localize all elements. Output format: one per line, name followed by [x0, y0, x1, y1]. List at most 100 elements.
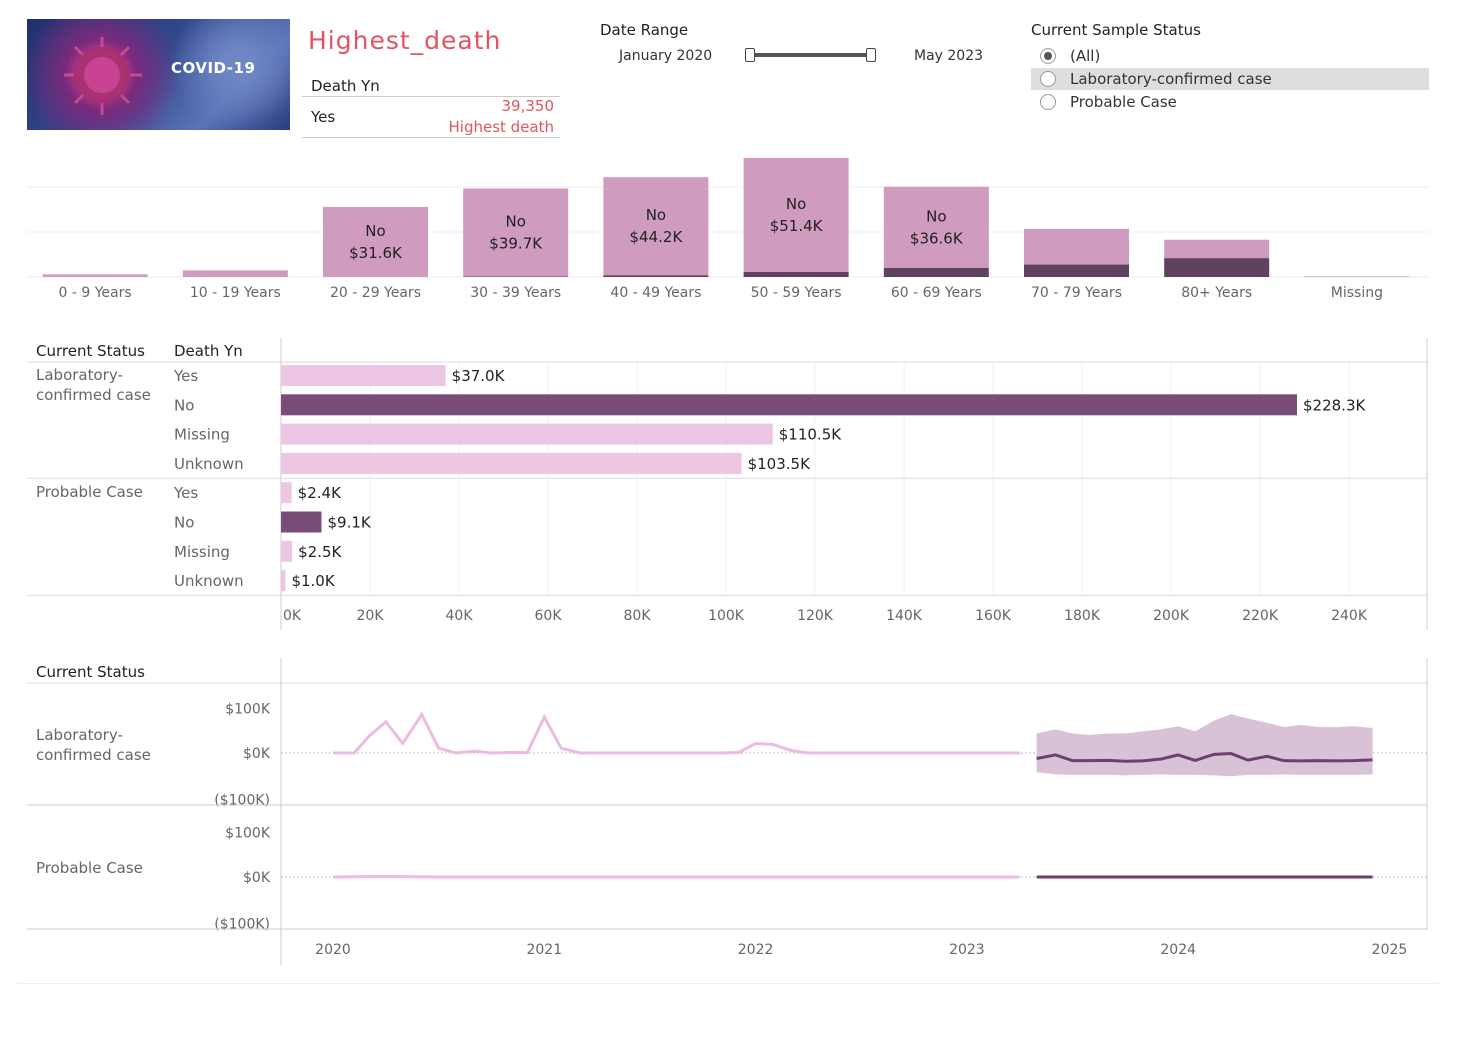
y-tick-label: ($100K): [214, 917, 270, 933]
x-tick-label: 40 - 49 Years: [610, 285, 701, 301]
date-range-title: Date Range: [600, 21, 689, 39]
x-tick-label: 240K: [1331, 608, 1368, 624]
bar-data-label: $2.4K: [298, 484, 342, 502]
bar: [281, 365, 446, 386]
column-header: Death Yn: [174, 342, 243, 360]
bar-data-label: $9.1K: [327, 514, 371, 532]
age-group-bar-chart: 0 - 9 Years 10 - 19 Years No $31.6K 20 - 29 …: [27, 157, 1429, 301]
radio-label: Probable Case: [1070, 93, 1177, 111]
column-header: Current Status: [36, 342, 145, 360]
bar-data-label: $39.7K: [489, 235, 543, 253]
row-label: No: [174, 514, 194, 532]
virus-icon: [64, 37, 142, 115]
bar-no: [883, 186, 989, 268]
radio-selected-icon[interactable]: [1040, 48, 1056, 64]
bar: [281, 570, 286, 592]
divider: [302, 137, 560, 138]
x-tick-label: 80+ Years: [1181, 285, 1252, 301]
y-tick-label: $100K: [225, 826, 271, 842]
bar: [281, 452, 742, 474]
row-label: Missing: [174, 543, 230, 561]
row-group-label: Laboratory-: [36, 726, 123, 744]
bar-no: [743, 157, 849, 272]
sample-status-title: Current Sample Status: [1031, 21, 1201, 39]
x-tick-label: 60K: [535, 608, 563, 624]
x-tick-label: 100K: [708, 608, 745, 624]
x-tick-label: 10 - 19 Years: [190, 285, 281, 301]
bar-data-label: No: [646, 206, 666, 224]
kpi-value: 39,350: [501, 97, 555, 115]
bar-data-label: $37.0K: [452, 367, 506, 385]
date-range-end: May 2023: [914, 48, 984, 64]
row-label: Yes: [173, 367, 198, 385]
x-tick-label: 70 - 79 Years: [1031, 285, 1122, 301]
bar-yes: [883, 267, 989, 277]
x-tick-label: 0 - 9 Years: [59, 285, 132, 301]
y-tick-label: $0K: [243, 870, 271, 886]
bar-data-label: $110.5K: [779, 426, 842, 444]
radio-label: (All): [1070, 47, 1101, 65]
forecast-band: [1036, 714, 1373, 777]
bar: [281, 540, 293, 562]
x-tick-label: 50 - 59 Years: [751, 285, 842, 301]
x-tick-label: 120K: [797, 608, 834, 624]
bar-no: [463, 188, 569, 277]
y-tick-label: ($100K): [214, 793, 270, 809]
bar: [281, 423, 773, 445]
slider-start-handle[interactable]: [745, 48, 755, 62]
bar-yes: [1024, 264, 1129, 277]
row-group-label: Probable Case: [36, 859, 143, 877]
x-tick-label: 2024: [1160, 942, 1196, 958]
x-tick-label: 0K: [283, 608, 302, 624]
x-tick-label: 220K: [1242, 608, 1279, 624]
image-caption: COVID-19: [171, 59, 256, 77]
kpi-row-label: Yes: [311, 108, 336, 126]
x-tick-label: 80K: [624, 608, 652, 624]
bar-no: [1024, 228, 1129, 265]
x-tick-label: 160K: [975, 608, 1012, 624]
row-group-label: confirmed case: [36, 386, 151, 404]
bar-data-label: $1.0K: [291, 572, 335, 590]
x-tick-label: 2025: [1372, 942, 1408, 958]
radio-option-lab-confirmed[interactable]: Laboratory-confirmed case: [1031, 68, 1429, 90]
bar-data-label: $44.2K: [630, 228, 684, 246]
bar-data-label: No: [786, 195, 806, 213]
radio-option-all[interactable]: (All): [1031, 45, 1429, 67]
row-label: Yes: [173, 484, 198, 502]
x-tick-label: 2021: [526, 942, 562, 958]
y-tick-label: $100K: [225, 702, 271, 718]
bar-data-label: $2.5K: [298, 543, 342, 561]
x-tick-label: 2022: [738, 942, 774, 958]
x-tick-label: 30 - 39 Years: [470, 285, 561, 301]
row-label: No: [174, 396, 194, 414]
bar-no: [1164, 239, 1270, 259]
bar-no: [603, 177, 709, 276]
row-label: Unknown: [174, 455, 244, 473]
status-death-bar-chart: Current Status Death Yn 0K 20K 40K 60K 80K 100K…: [27, 338, 1428, 630]
bar-no: [182, 270, 288, 277]
x-tick-label: 200K: [1153, 608, 1190, 624]
x-tick-label: 2020: [315, 942, 351, 958]
forecast-line-chart: Current Status $100K $0K ($100K) Laboratory-…: [27, 658, 1428, 965]
bar-data-label: No: [505, 213, 525, 231]
x-tick-label: 20 - 29 Years: [330, 285, 421, 301]
bar-data-label: $103.5K: [748, 455, 811, 473]
bar-no: [1304, 276, 1410, 277]
radio-icon[interactable]: [1040, 94, 1056, 110]
bar-data-label: $36.6K: [910, 229, 964, 247]
date-range-slider[interactable]: [752, 53, 872, 57]
bar: [281, 511, 322, 533]
slider-end-handle[interactable]: [866, 48, 876, 62]
radio-icon[interactable]: [1040, 71, 1056, 87]
x-tick-label: 2023: [949, 942, 985, 958]
row-label: Unknown: [174, 572, 244, 590]
bar: [281, 394, 1297, 416]
date-range-start: January 2020: [619, 48, 713, 64]
column-header: Current Status: [36, 663, 145, 681]
radio-option-probable[interactable]: Probable Case: [1031, 91, 1429, 113]
page-title: Highest_death: [308, 26, 502, 55]
bar-yes: [603, 275, 709, 277]
bar-data-label: No: [926, 207, 946, 225]
kpi-column-header: Death Yn: [311, 77, 380, 95]
row-label: Missing: [174, 426, 230, 444]
